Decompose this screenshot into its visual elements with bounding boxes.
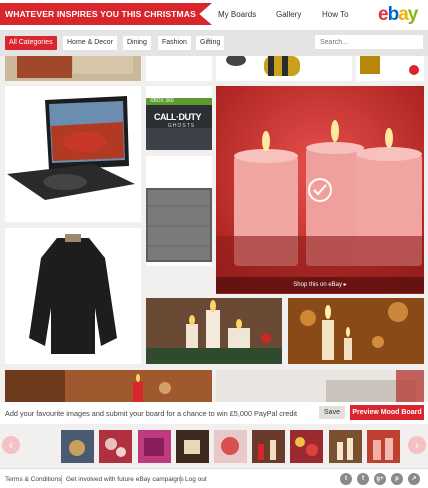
carousel-prev-icon[interactable]: ‹ [2,436,20,454]
photo-tile-bauble[interactable] [216,56,352,81]
category-gifting[interactable]: Gifting [196,36,225,50]
campaign-title-ribbon: WHATEVER INSPIRES YOU THIS CHRISTMAS [0,3,212,25]
warm-candles-photo [288,298,424,364]
photo-tile-fireplace[interactable] [216,370,424,402]
dvd-player-photo [5,86,141,222]
terms-link[interactable]: Terms & Conditions [5,476,61,483]
promo-text: Add your favourite images and submit you… [5,409,298,418]
carousel-thumb[interactable] [290,430,323,463]
save-button[interactable]: Save [319,406,345,419]
footer: Terms & Conditions Get involved with fut… [0,468,428,488]
nav-my-boards[interactable]: My Boards [218,10,256,19]
photo-tile-speaker[interactable] [146,156,212,266]
carousel-next-icon[interactable]: › [408,436,426,454]
footer-divider [180,475,181,484]
christmas-scene-photo [5,370,212,402]
facebook-icon[interactable]: f [357,473,369,485]
photo-tile-call-of-duty[interactable]: XBOX 360 CALL·DUTY GHOSTS [146,98,212,150]
category-home-decor[interactable]: Home & Decor [63,36,117,50]
pinterest-icon[interactable]: p [391,473,403,485]
bauble-photo [216,56,352,81]
carousel-thumb[interactable] [99,430,132,463]
photo-tile-candles-greenery[interactable] [146,298,282,364]
carousel-thumb[interactable] [214,430,247,463]
game-title: CALL·DUTY [154,112,202,122]
red-candles-photo [216,86,424,294]
photo-tile-dvd-player[interactable] [5,86,141,222]
photo-tile-candles-selected[interactable] [216,86,424,294]
carousel-thumb[interactable] [176,430,209,463]
gift-wrap-photo [5,56,141,81]
nav-gallery[interactable]: Gallery [276,10,301,19]
xbox-top-photo [146,87,212,98]
game-subtitle: GHOSTS [168,123,196,129]
photo-tile-xbox-top [146,86,212,98]
candles-greenery-photo [146,298,282,364]
category-dining[interactable]: Dining [123,36,151,50]
photo-tile-coat[interactable] [5,228,141,364]
category-all[interactable]: All Categories [5,36,57,50]
footer-divider [61,475,62,484]
nav-how-to[interactable]: How To [322,10,349,19]
logout-link[interactable]: Log out [185,476,207,483]
carousel-thumb[interactable] [61,430,94,463]
photo-tile-warm-candles[interactable] [288,298,424,364]
ebay-logo[interactable]: ebay [378,4,418,26]
carousel-thumb[interactable] [329,430,362,463]
preview-mood-board-button[interactable]: Preview Mood Board [350,405,424,420]
carousel-thumb[interactable] [138,430,171,463]
photo-tile-christmas-scene[interactable] [5,370,212,402]
carousel-thumb[interactable] [367,430,400,463]
black-coat-photo [5,228,141,364]
xbox-label: XBOX 360 [150,98,174,104]
ornament-photo [356,56,424,81]
campaigns-link[interactable]: Get involved with future eBay campaigns [66,476,184,483]
fireplace-photo [216,370,424,402]
google-plus-icon[interactable]: g+ [374,473,386,485]
carousel-thumb[interactable] [252,430,285,463]
search-input[interactable] [315,35,423,49]
category-fashion[interactable]: Fashion [158,36,191,50]
photo-tile-top-blank[interactable] [146,56,212,81]
twitter-icon[interactable]: t [340,473,352,485]
shop-this-on-ebay-link[interactable]: Shop this on eBay ▸ [216,277,424,293]
share-icon[interactable]: ↗ [408,473,420,485]
speaker-photo [146,156,212,266]
photo-tile-gift-wrap[interactable] [5,56,141,81]
photo-tile-ornament[interactable] [356,56,424,81]
header: WHATEVER INSPIRES YOU THIS CHRISTMAS My … [0,0,428,30]
